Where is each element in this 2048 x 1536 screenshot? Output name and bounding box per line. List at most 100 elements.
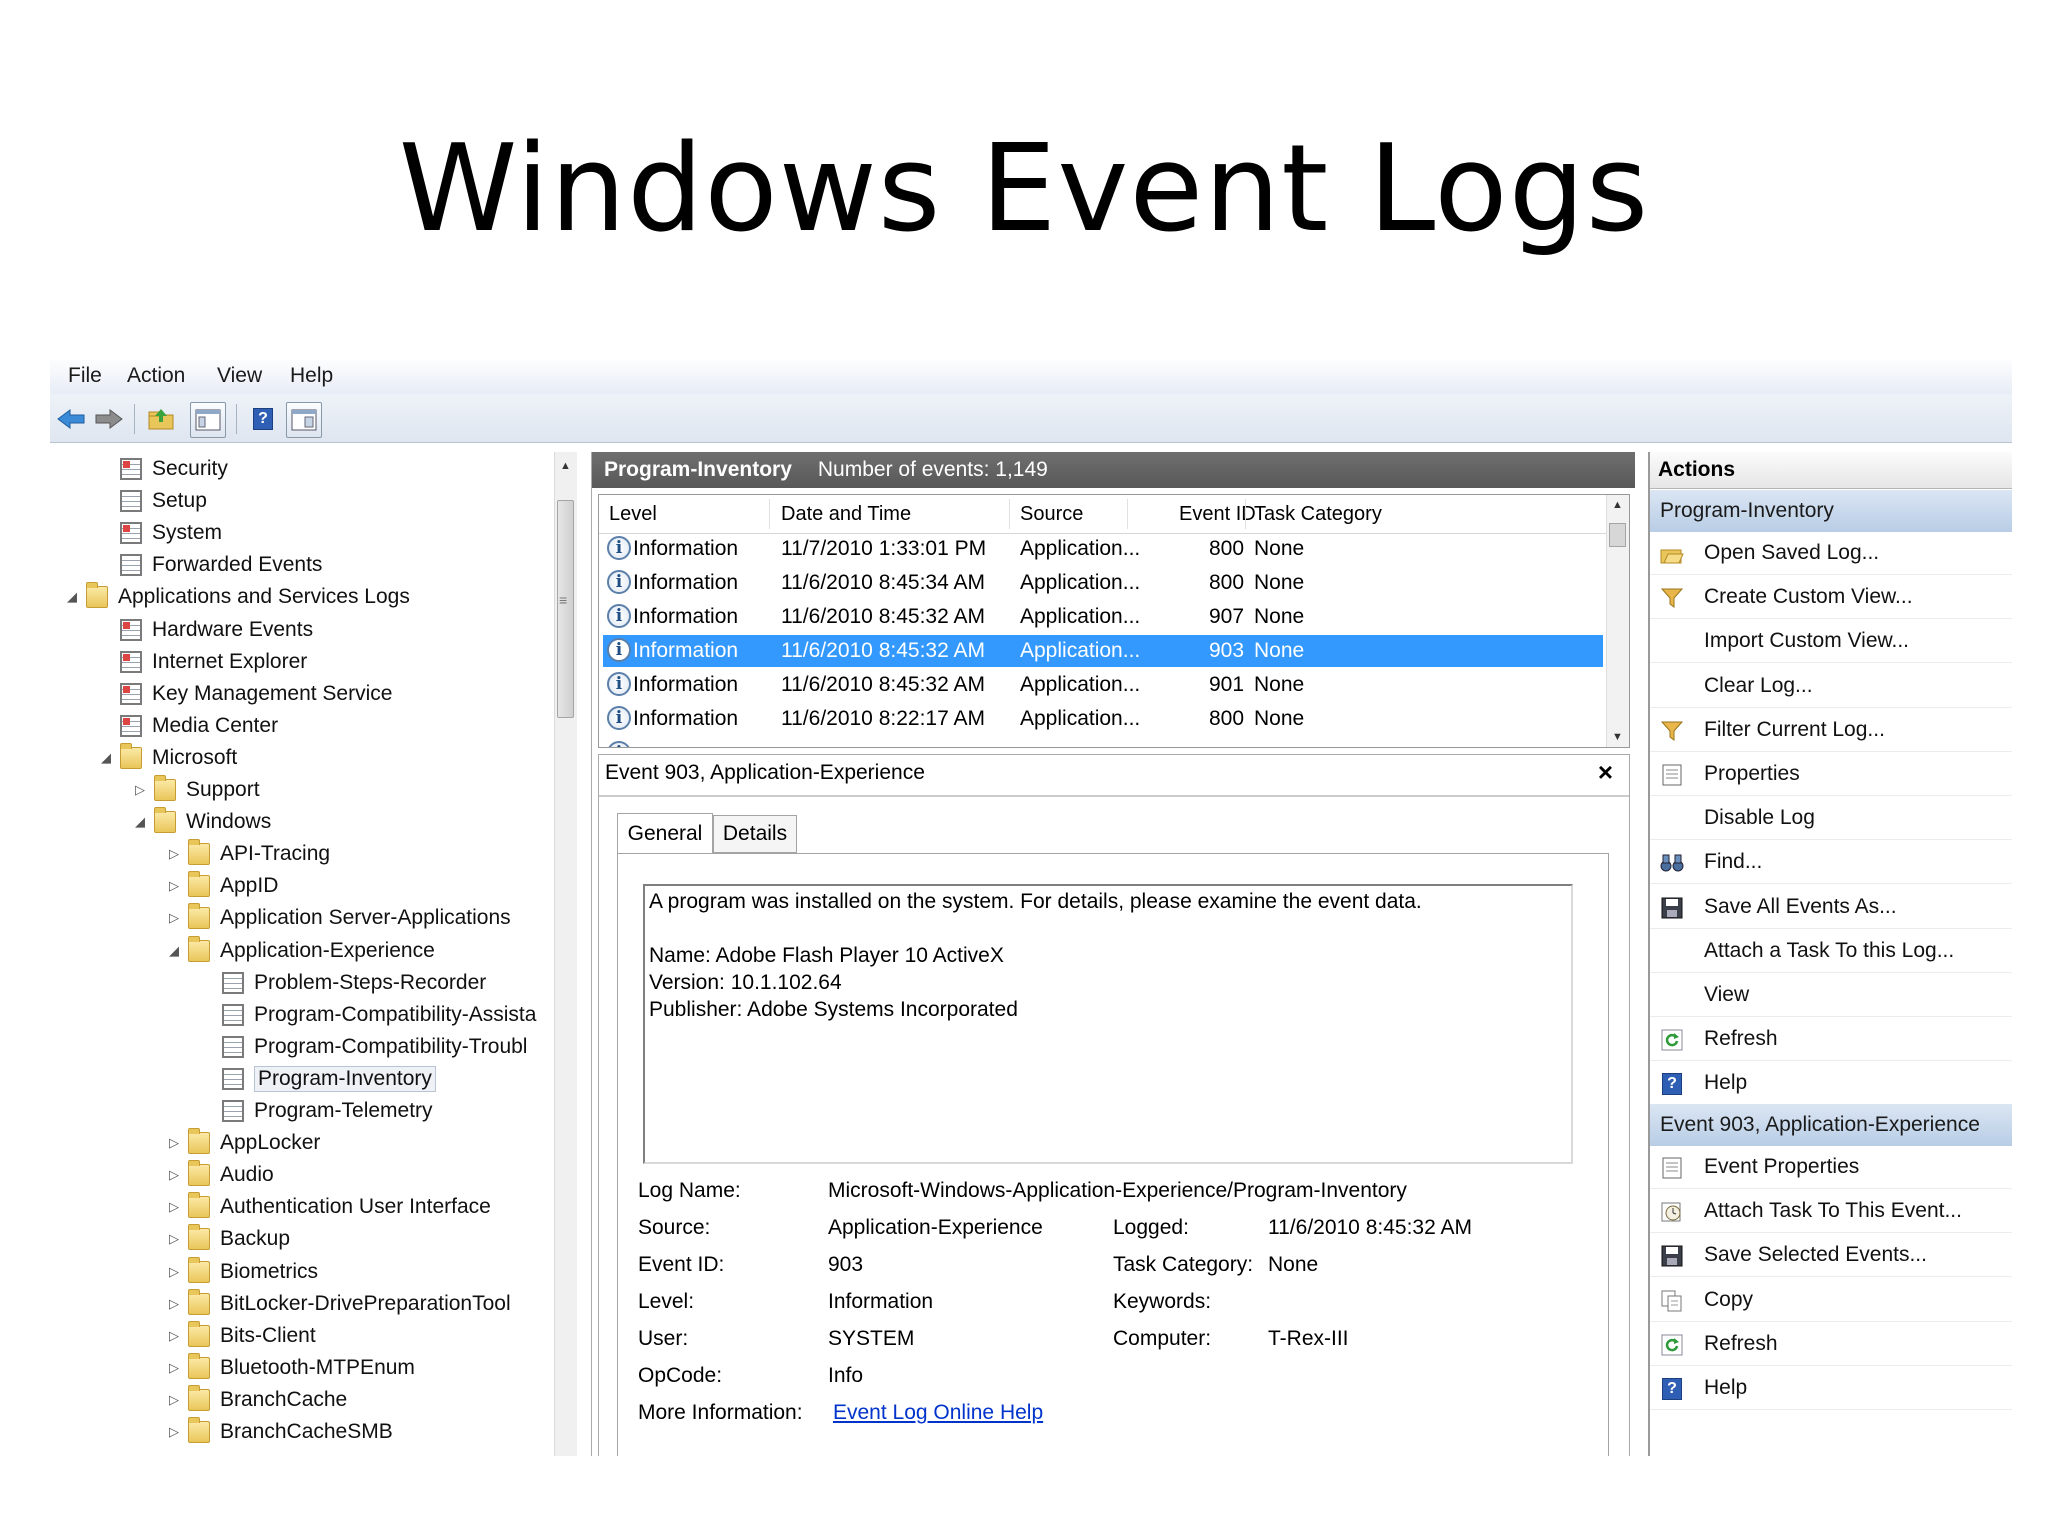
action-item[interactable]: ? Help <box>1650 1369 2012 1410</box>
collapsed-arrow-icon[interactable]: ▷ <box>166 846 182 862</box>
column-date-time[interactable]: Date and Time <box>781 503 911 526</box>
event-row[interactable]: i Information 11/7/2010 1:33:01 PM Applicat… <box>603 533 1603 565</box>
tree-item[interactable]: ▷ Biometrics <box>166 1256 318 1287</box>
event-row[interactable]: i Information 11/6/2010 8:45:32 AM Applicat… <box>603 669 1603 701</box>
tree-item[interactable]: Hardware Events <box>98 615 313 645</box>
tree-item[interactable]: ▷ Bits-Client <box>166 1320 316 1351</box>
action-item[interactable]: Save Selected Events... <box>1650 1236 2012 1278</box>
menu-help[interactable]: Help <box>290 364 333 388</box>
tree-item[interactable]: Program-Inventory <box>200 1064 436 1094</box>
tree-item[interactable]: Setup <box>98 486 207 516</box>
event-row[interactable]: i Information 11/6/2010 8:45:34 AM Applicat… <box>603 567 1603 599</box>
actions-section-event[interactable]: Event 903, Application-Experience <box>1650 1104 2012 1146</box>
action-item[interactable]: ? Help <box>1650 1064 2012 1106</box>
collapsed-arrow-icon[interactable]: ▷ <box>166 1231 182 1247</box>
action-item[interactable]: Event Properties <box>1650 1148 2012 1189</box>
tree-item[interactable]: Program-Telemetry <box>200 1096 433 1126</box>
tree-item[interactable]: ▷ API-Tracing <box>166 839 330 869</box>
tree-item[interactable]: System <box>98 518 222 548</box>
collapsed-arrow-icon[interactable]: ▷ <box>166 1424 182 1440</box>
expanded-arrow-icon[interactable]: ◢ <box>98 750 114 766</box>
collapsed-arrow-icon[interactable]: ▷ <box>166 1360 182 1376</box>
grid-scrollbar[interactable]: ▲ ▼ <box>1606 495 1629 747</box>
actions-section-program-inventory[interactable]: Program-Inventory <box>1650 490 2012 532</box>
tree-item[interactable]: ▷ Application Server-Applications <box>166 903 511 933</box>
event-row[interactable]: i Information 11/6/2010 8:22:17 AM Applicat… <box>603 703 1603 735</box>
collapsed-arrow-icon[interactable]: ▷ <box>166 878 182 894</box>
expanded-arrow-icon[interactable]: ◢ <box>64 589 80 605</box>
tree-item[interactable]: ▷ AppLocker <box>166 1128 320 1158</box>
action-item[interactable]: Save All Events As... <box>1650 888 2012 929</box>
tree-item[interactable]: Security <box>98 454 228 484</box>
action-item[interactable]: Properties <box>1650 755 2012 796</box>
action-item[interactable]: Copy <box>1650 1281 2012 1322</box>
column-source[interactable]: Source <box>1020 503 1083 526</box>
tree-item[interactable]: Problem-Steps-Recorder <box>200 968 486 998</box>
collapsed-arrow-icon[interactable]: ▷ <box>166 1264 182 1280</box>
action-item[interactable]: Find... <box>1650 843 2012 885</box>
tree-item[interactable]: Media Center <box>98 711 278 741</box>
collapsed-arrow-icon[interactable]: ▷ <box>166 1392 182 1408</box>
action-item[interactable]: Open Saved Log... <box>1650 534 2012 575</box>
scroll-up-arrow-icon[interactable]: ▲ <box>1612 499 1623 511</box>
help-icon[interactable]: ? <box>246 402 280 436</box>
action-item[interactable]: Import Custom View... <box>1650 622 2012 664</box>
action-item[interactable]: Clear Log... <box>1650 667 2012 708</box>
menu-action[interactable]: Action <box>127 364 185 388</box>
forward-arrow-icon[interactable] <box>92 402 126 436</box>
tree-item[interactable]: Internet Explorer <box>98 647 307 677</box>
close-icon[interactable]: × <box>1598 757 1613 788</box>
tree-item[interactable]: ▷ Bluetooth-MTPEnum <box>166 1352 415 1383</box>
tree-item[interactable]: Program-Compatibility-Assista <box>200 1000 536 1030</box>
tree-item[interactable]: ▷ Backup <box>166 1224 290 1254</box>
expanded-arrow-icon[interactable]: ◢ <box>132 814 148 830</box>
action-item[interactable]: Disable Log <box>1650 799 2012 841</box>
tree-item[interactable]: ▷ Authentication User Interface <box>166 1192 491 1222</box>
collapsed-arrow-icon[interactable]: ▷ <box>166 1328 182 1344</box>
event-row[interactable]: i Information 11/6/2010 8:45:32 AM Applicat… <box>603 601 1603 633</box>
action-item[interactable]: Refresh <box>1650 1325 2012 1366</box>
tree-scrollbar[interactable]: ▲ ≡ <box>554 452 577 1456</box>
menu-view[interactable]: View <box>217 364 262 388</box>
tree-item[interactable]: Program-Compatibility-Troubl <box>200 1032 527 1062</box>
tree-item[interactable]: ▷ AppID <box>166 871 278 901</box>
scrollbar-thumb[interactable] <box>557 500 574 718</box>
event-log-online-help-link[interactable]: Event Log Online Help <box>833 1401 1043 1425</box>
column-level[interactable]: Level <box>609 503 657 526</box>
collapsed-arrow-icon[interactable]: ▷ <box>166 1167 182 1183</box>
collapsed-arrow-icon[interactable]: ▷ <box>132 782 148 798</box>
column-task-category[interactable]: Task Category <box>1254 503 1382 526</box>
tree-item[interactable]: Forwarded Events <box>98 550 322 580</box>
tree-item[interactable]: ▷ BitLocker-DrivePreparationTool <box>166 1288 511 1319</box>
tree-item[interactable]: ▷ BranchCacheSMB <box>166 1417 393 1447</box>
tree-item[interactable]: ◢ Microsoft <box>98 742 237 773</box>
show-hide-console-tree-icon[interactable] <box>190 402 226 438</box>
scrollbar-thumb[interactable] <box>1609 523 1626 547</box>
scroll-up-arrow-icon[interactable]: ▲ <box>560 460 571 472</box>
action-item[interactable]: Attach Task To This Event... <box>1650 1192 2012 1234</box>
expanded-arrow-icon[interactable]: ◢ <box>166 943 182 959</box>
tab-general[interactable]: General <box>617 813 713 855</box>
show-hide-action-pane-icon[interactable] <box>286 402 322 438</box>
tree-item[interactable]: ▷ Support <box>132 775 260 805</box>
action-item[interactable]: Refresh <box>1650 1020 2012 1062</box>
action-item[interactable]: View <box>1650 976 2012 1017</box>
action-item[interactable]: Create Custom View... <box>1650 578 2012 620</box>
tree-item[interactable]: ◢ Applications and Services Logs <box>64 582 410 612</box>
collapsed-arrow-icon[interactable]: ▷ <box>166 910 182 926</box>
collapsed-arrow-icon[interactable]: ▷ <box>166 1199 182 1215</box>
menu-file[interactable]: File <box>68 364 102 388</box>
tree-item[interactable]: ▷ BranchCache <box>166 1384 347 1415</box>
collapsed-arrow-icon[interactable]: ▷ <box>166 1296 182 1312</box>
action-item[interactable]: Filter Current Log... <box>1650 711 2012 752</box>
tree-item[interactable]: Key Management Service <box>98 679 392 709</box>
action-item[interactable]: Attach a Task To this Log... <box>1650 932 2012 973</box>
event-row[interactable]: i Information 11/6/2010 8:45:32 AM Applicat… <box>603 635 1603 667</box>
scroll-down-arrow-icon[interactable]: ▼ <box>1612 731 1623 743</box>
tree-item[interactable]: ◢ Application-Experience <box>166 935 435 966</box>
up-folder-icon[interactable] <box>144 402 178 436</box>
collapsed-arrow-icon[interactable]: ▷ <box>166 1135 182 1151</box>
tree-item[interactable]: ▷ Audio <box>166 1160 274 1190</box>
tree-item[interactable]: ◢ Windows <box>132 807 271 837</box>
tab-details[interactable]: Details <box>713 815 797 853</box>
